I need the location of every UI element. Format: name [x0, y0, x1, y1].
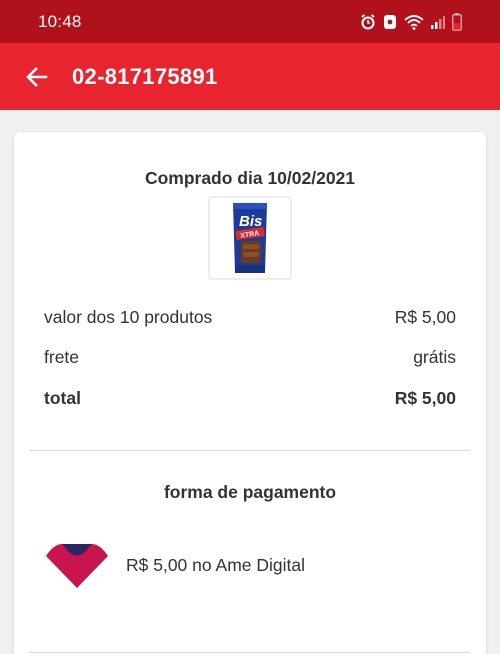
alarm-icon: [361, 13, 375, 29]
summary-row-total: total R$ 5,00: [44, 388, 456, 409]
status-icons: [360, 12, 462, 31]
purchase-date: Comprado dia 10/02/2021: [144, 168, 356, 188]
total-amount: R$ 5,00: [394, 388, 456, 408]
status-time: 10:48: [38, 11, 82, 31]
payment-method-text: R$ 5,00 no Ame Digital: [126, 554, 305, 575]
status-bar: 10:48: [0, 0, 500, 43]
payment-method: R$ 5,00 no Ame Digital: [44, 540, 305, 590]
ame-digital-logo: [46, 544, 108, 588]
payment-section-title: forma de pagamento: [163, 482, 337, 502]
notification-icon: [384, 14, 396, 29]
signal-icon: [431, 15, 445, 29]
bis-xtra-product-image: Bis XTRA: [233, 203, 267, 273]
summary-row-products: valor dos 10 produtos R$ 5,00: [44, 307, 456, 328]
shipping-value: grátis: [413, 347, 456, 367]
product-thumbnail[interactable]: Bis XTRA: [208, 196, 292, 280]
total-label: total: [44, 388, 81, 408]
products-value-amount: R$ 5,00: [394, 307, 456, 327]
back-button[interactable]: [18, 58, 56, 96]
arrow-left-icon: [26, 66, 48, 87]
shipping-label: frete: [44, 347, 80, 367]
svg-text:Bis: Bis: [239, 213, 262, 230]
section-divider: [30, 450, 470, 451]
products-value-label: valor dos 10 produtos: [44, 307, 213, 327]
app-bar: 02-817175891: [0, 43, 500, 110]
bottom-divider: [30, 652, 470, 653]
wifi-icon: [404, 14, 424, 30]
order-number-title: 02-817175891: [72, 63, 218, 89]
order-details-card: Comprado dia 10/02/2021 Bis XTRA valor d…: [14, 132, 486, 654]
summary-row-shipping: frete grátis: [44, 347, 456, 368]
battery-icon: [452, 12, 462, 31]
